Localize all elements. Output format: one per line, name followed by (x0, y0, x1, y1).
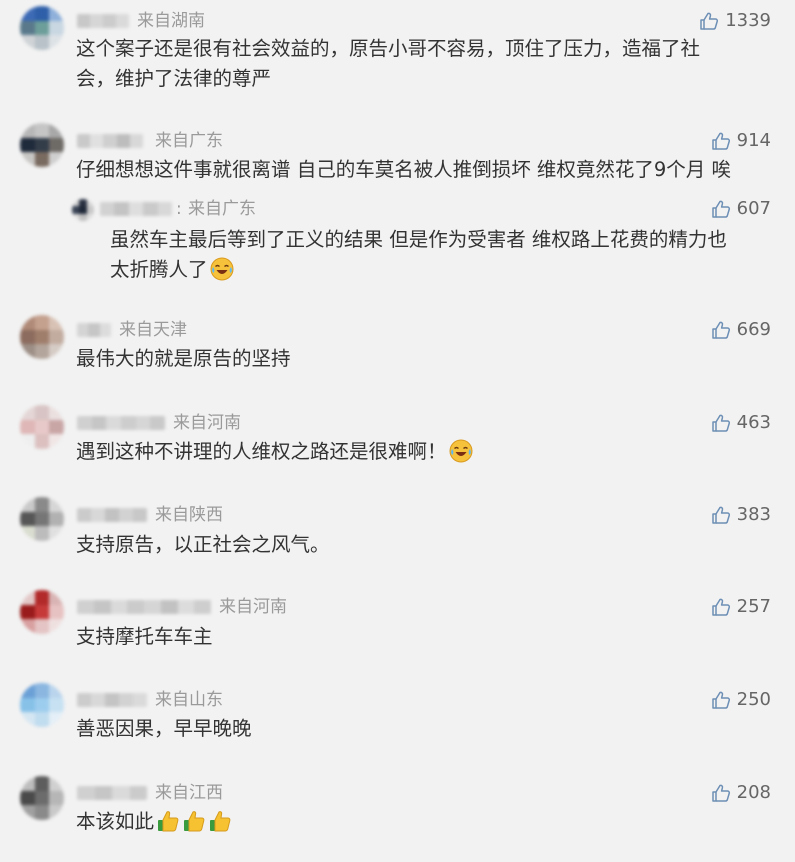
username-blurred[interactable] (77, 416, 165, 430)
comment-text: 仔细想想这件事就很离谱 自己的车莫名被人推倒损坏 维权竟然花了9个月 唉 (76, 155, 731, 185)
like-button[interactable]: 914 (711, 131, 771, 151)
comment-text-fragment: 遇到这种不讲理的人维权之路还是很难啊！ (76, 440, 447, 463)
comment-text-line: 善恶因果，早早晚晚 (76, 717, 252, 740)
comment-text: 遇到这种不讲理的人维权之路还是很难啊！ (76, 437, 473, 467)
crying-laughing-emoji (449, 439, 473, 463)
avatar[interactable] (20, 6, 64, 50)
like-button[interactable]: 607 (711, 199, 771, 219)
comment-location: 来自湖南 (137, 11, 205, 31)
avatar[interactable] (20, 405, 64, 449)
like-count: 250 (736, 689, 771, 710)
username-blurred[interactable] (77, 693, 147, 707)
comment-text-line: 最伟大的就是原告的坚持 (76, 347, 291, 370)
thumbs-up-emoji (208, 809, 232, 833)
comment-text: 最伟大的就是原告的坚持 (76, 344, 291, 374)
comment-text-line: 会，维护了法律的尊严 (76, 67, 272, 90)
like-icon (711, 199, 731, 219)
username-blurred[interactable] (100, 202, 172, 216)
thumbs-up-emoji (156, 809, 180, 833)
crying-laughing-emoji (210, 257, 234, 281)
avatar[interactable] (20, 590, 64, 634)
comment-location: 来自山东 (155, 690, 223, 710)
comment-location: 来自河南 (173, 413, 241, 433)
comment-text: 这个案子还是很有社会效益的，原告小哥不容易，顶住了压力，造福了社 会，维护了法律… (76, 34, 700, 94)
comment-list: { "comments": [ {"location": "来自湖南", "li… (0, 0, 795, 862)
comment-text-line: 遇到这种不讲理的人维权之路还是很难啊！ (76, 437, 473, 467)
comment-text-line: 虽然车主最后等到了正义的结果 但是作为受害者 维权路上花费的精力也 (110, 228, 727, 251)
avatar[interactable] (20, 315, 64, 359)
like-icon (711, 320, 731, 340)
avatar[interactable] (72, 199, 94, 221)
like-icon (711, 505, 731, 525)
comment-text-line: 本该如此 (76, 807, 232, 837)
comment-location: 来自陕西 (155, 505, 223, 525)
reply-separator: : (176, 199, 182, 219)
thumbs-up-emoji (182, 809, 206, 833)
avatar[interactable] (20, 123, 64, 167)
comment-text-fragment: 本该如此 (76, 810, 155, 833)
comment-text-line: 支持原告，以正社会之风气。 (76, 533, 330, 556)
like-icon (711, 783, 731, 803)
like-icon (699, 11, 719, 31)
comment-text-fragment: 太折腾人了 (110, 258, 208, 281)
like-count: 669 (736, 319, 771, 340)
username-blurred[interactable] (77, 508, 147, 522)
like-icon (711, 597, 731, 617)
username-blurred[interactable] (77, 600, 211, 614)
username-blurred[interactable] (77, 14, 129, 28)
avatar[interactable] (20, 497, 64, 541)
like-button[interactable]: 208 (711, 783, 771, 803)
username-blurred[interactable] (77, 786, 147, 800)
like-button[interactable]: 1339 (699, 11, 771, 31)
like-button[interactable]: 463 (711, 413, 771, 433)
like-count: 383 (736, 504, 771, 525)
like-icon (711, 690, 731, 710)
avatar[interactable] (20, 683, 64, 727)
comment-text-line: 仔细想想这件事就很离谱 自己的车莫名被人推倒损坏 维权竟然花了9个月 唉 (76, 158, 732, 181)
comment-text: 支持原告，以正社会之风气。 (76, 530, 330, 560)
comment-location: 来自广东 (155, 131, 223, 151)
like-icon (711, 131, 731, 151)
comment-location: 来自江西 (155, 783, 223, 803)
comment-text-line: 这个案子还是很有社会效益的，原告小哥不容易，顶住了压力，造福了社 (76, 37, 701, 60)
like-count: 1339 (725, 10, 771, 31)
comment-location: 来自河南 (219, 597, 287, 617)
comment-text-line: 支持摩托车车主 (76, 625, 213, 648)
like-count: 607 (736, 198, 771, 219)
like-button[interactable]: 669 (711, 320, 771, 340)
comment-text-line: 太折腾人了 (110, 255, 727, 285)
like-count: 257 (736, 596, 771, 617)
like-button[interactable]: 250 (711, 690, 771, 710)
like-count: 463 (736, 412, 771, 433)
avatar[interactable] (20, 776, 64, 820)
like-button[interactable]: 383 (711, 505, 771, 525)
like-icon (711, 413, 731, 433)
comment-location: 来自天津 (119, 320, 187, 340)
comment-text: 支持摩托车车主 (76, 622, 213, 652)
username-blurred[interactable] (77, 134, 143, 148)
username-blurred[interactable] (77, 323, 111, 337)
like-count: 914 (736, 130, 771, 151)
like-button[interactable]: 257 (711, 597, 771, 617)
like-count: 208 (736, 782, 771, 803)
comment-text: 善恶因果，早早晚晚 (76, 714, 252, 744)
comment-text: 本该如此 (76, 807, 232, 837)
comment-location: 来自广东 (188, 199, 256, 219)
comment-text: 虽然车主最后等到了正义的结果 但是作为受害者 维权路上花费的精力也 太折腾人了 (110, 225, 727, 285)
